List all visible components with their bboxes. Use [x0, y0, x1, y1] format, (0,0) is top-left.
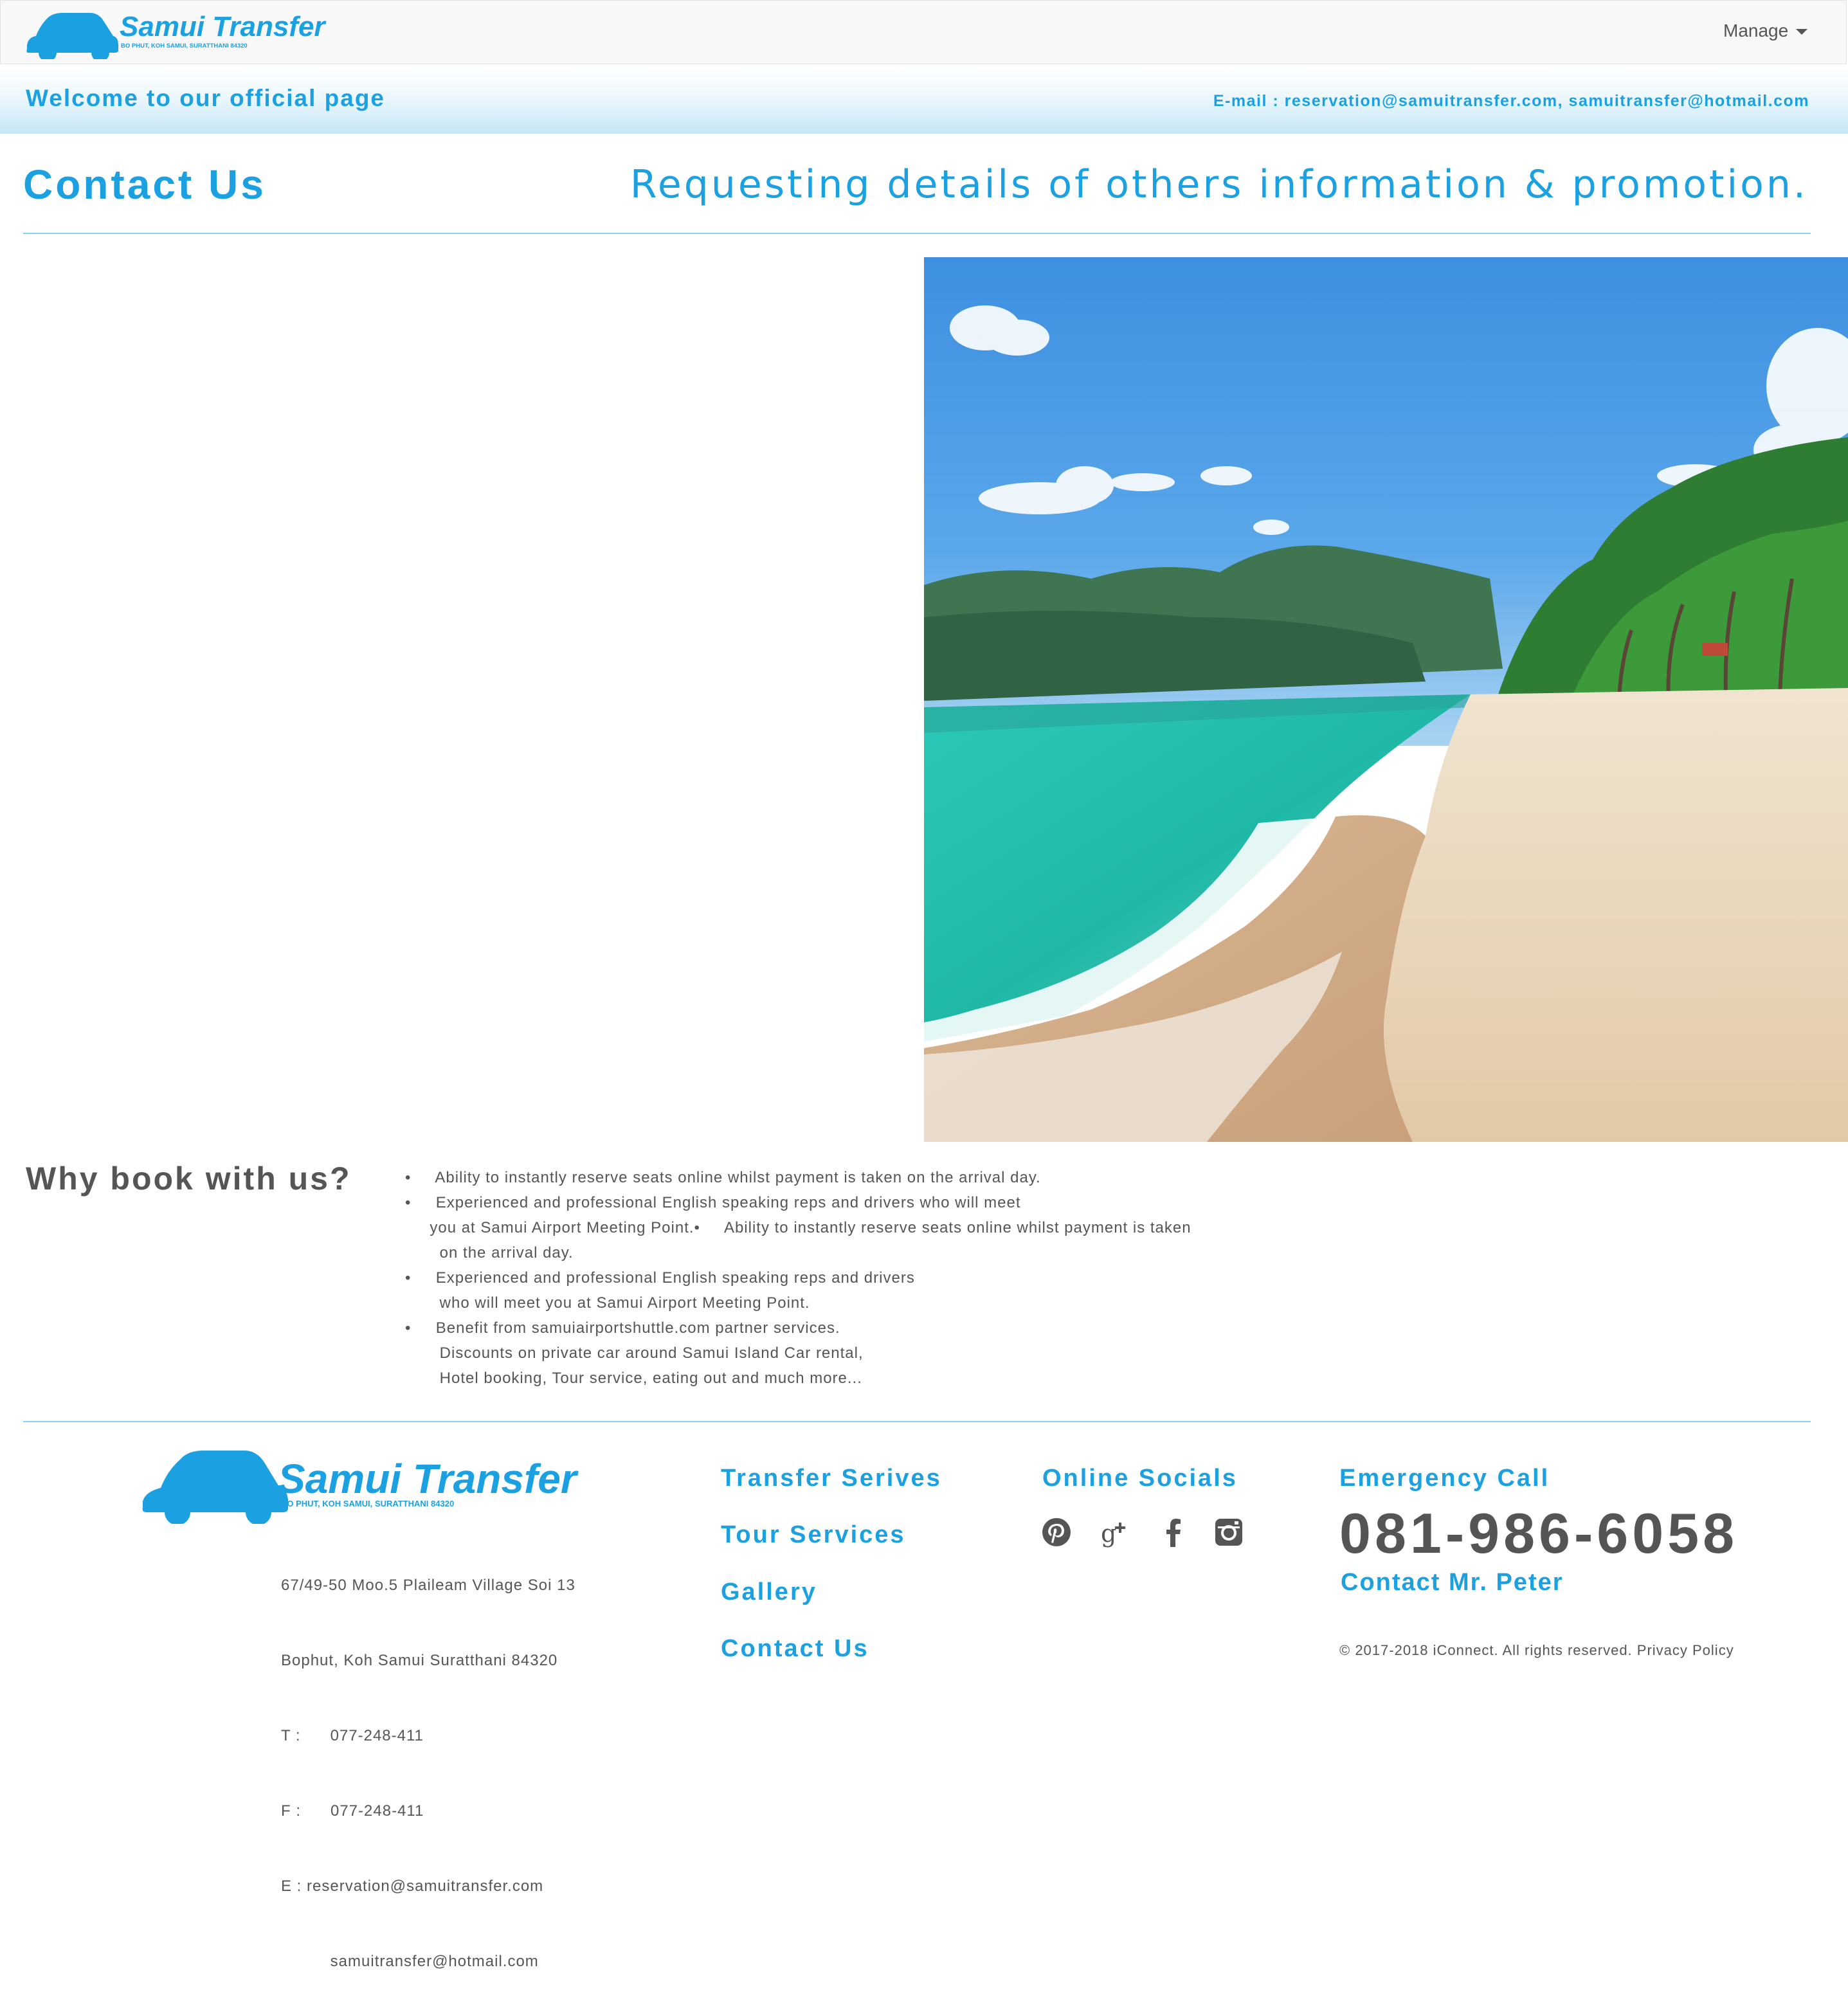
list-item: • Benefit from samuiairportshuttle.com p…	[405, 1319, 840, 1337]
emergency-call-title: Emergency Call	[1339, 1465, 1550, 1492]
footer-divider	[23, 1421, 1811, 1422]
manage-label: Manage	[1723, 21, 1789, 41]
pinterest-icon[interactable]	[1040, 1516, 1073, 1548]
footer-brand-tagline: BO PHUT, KOH SAMUI, SURATTHANI 84320	[281, 1499, 454, 1508]
fax-line: F : 077-248-411	[281, 1802, 424, 1820]
list-item: you at Samui Airport Meeting Point.• Abi…	[405, 1219, 1191, 1236]
footer-link-transfer-services[interactable]: Transfer Serives	[721, 1465, 942, 1492]
page-tagline: Requesting details of others information…	[630, 162, 1808, 207]
phone-line: T : 077-248-411	[281, 1727, 424, 1744]
contact-person: Contact Mr. Peter	[1341, 1569, 1564, 1596]
list-item: Discounts on private car around Samui Is…	[405, 1344, 864, 1362]
page-title: Contact Us	[23, 161, 266, 208]
car-icon	[26, 13, 119, 59]
google-plus-icon[interactable]: g	[1100, 1516, 1132, 1548]
copyright-text: © 2017-2018 iConnect. All rights reserve…	[1339, 1642, 1734, 1658]
list-item: Hotel booking, Tour service, eating out …	[405, 1370, 862, 1387]
car-icon	[142, 1451, 288, 1524]
footer-link-gallery[interactable]: Gallery	[721, 1578, 817, 1606]
list-item: • Experienced and professional English s…	[405, 1194, 1021, 1211]
address-line: Bophut, Koh Samui Suratthani 84320	[281, 1652, 558, 1669]
brand-name: Samui Transfer	[120, 11, 327, 42]
brand-tagline: BO PHUT, KOH SAMUI, SURATTHANI 84320	[121, 42, 248, 50]
footer-link-tour-services[interactable]: Tour Services	[721, 1521, 906, 1549]
list-item: on the arrival day.	[405, 1244, 574, 1262]
welcome-text: Welcome to our official page	[26, 85, 386, 111]
emergency-phone[interactable]: 081-986-6058	[1339, 1501, 1738, 1566]
facebook-icon[interactable]	[1157, 1516, 1190, 1548]
divider	[23, 233, 1811, 234]
contact-email-line: E-mail : reservation@samuitransfer.com, …	[1213, 92, 1809, 110]
why-book-title: Why book with us?	[26, 1161, 352, 1197]
svg-text:g: g	[1101, 1519, 1116, 1548]
footer-brand-name: Samui Transfer	[278, 1456, 579, 1502]
email-line[interactable]: E : reservation@samuitransfer.com	[281, 1874, 575, 1899]
brand-logo[interactable]: Samui Transfer BO PHUT, KOH SAMUI, SURAT…	[24, 6, 359, 59]
list-item: who will meet you at Samui Airport Meeti…	[405, 1294, 810, 1312]
socials-title: Online Socials	[1042, 1465, 1238, 1492]
why-book-list: • Ability to instantly reserve seats onl…	[405, 1165, 1191, 1391]
list-item: • Ability to instantly reserve seats onl…	[405, 1169, 1041, 1186]
beach-photo	[924, 257, 1848, 1142]
footer-logo[interactable]: Samui Transfer BO PHUT, KOH SAMUI, SURAT…	[141, 1440, 630, 1524]
list-item: • Experienced and professional English s…	[405, 1269, 915, 1287]
address-line: 67/49-50 Moo.5 Plaileam Village Soi 13	[281, 1577, 575, 1594]
caret-down-icon	[1796, 29, 1808, 35]
instagram-icon[interactable]	[1213, 1516, 1245, 1548]
footer-link-contact-us[interactable]: Contact Us	[721, 1635, 869, 1663]
manage-dropdown[interactable]: Manage	[1723, 21, 1808, 41]
email-line[interactable]: samuitransfer@hotmail.com	[281, 1949, 575, 1974]
footer-address: 67/49-50 Moo.5 Plaileam Village Soi 13 B…	[281, 1523, 575, 1999]
